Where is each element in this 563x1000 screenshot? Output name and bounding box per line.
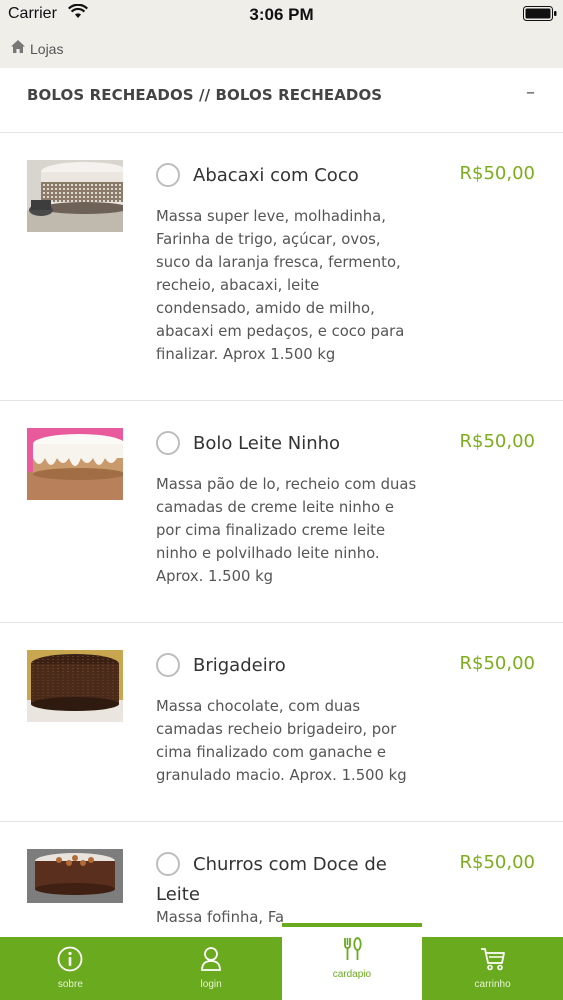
cart-icon — [479, 937, 507, 976]
product-description: Massa super leve, molhadinha, Farinha de… — [156, 208, 405, 363]
product-list: Abacaxi com Coco R$50,00 Massa super lev… — [0, 133, 563, 962]
product-description: Massa chocolate, com duas camadas rechei… — [156, 698, 407, 784]
tab-carrinho[interactable]: carrinho — [422, 937, 563, 1000]
product-name: Churros com Doce de Leite — [156, 854, 387, 905]
tab-cardapio[interactable]: cardapio — [281, 923, 423, 1000]
user-icon — [198, 937, 224, 976]
product-price: R$50,00 — [459, 852, 536, 873]
product-item[interactable]: Bolo Leite Ninho R$50,00 Massa pão de lo… — [0, 401, 563, 623]
clock: 3:06 PM — [249, 5, 314, 24]
tab-label: cardapio — [332, 969, 372, 980]
product-name: Abacaxi com Coco — [193, 165, 359, 186]
tab-label: login — [200, 979, 222, 990]
product-price: R$50,00 — [459, 163, 536, 184]
product-image — [27, 849, 123, 903]
category-title: BOLOS RECHEADOS // BOLOS RECHEADOS — [27, 86, 383, 104]
back-button[interactable]: Lojas — [10, 39, 63, 58]
product-description: Massa pão de lo, recheio com duas camada… — [156, 476, 417, 585]
collapse-button[interactable]: – — [526, 82, 535, 103]
product-price: R$50,00 — [459, 653, 536, 674]
tab-label: carrinho — [474, 979, 511, 990]
product-name: Bolo Leite Ninho — [193, 433, 341, 454]
product-image — [27, 160, 129, 232]
tab-label: sobre — [57, 979, 83, 990]
back-label: Lojas — [30, 40, 64, 57]
product-name: Brigadeiro — [193, 655, 286, 676]
tab-login[interactable]: login — [141, 937, 282, 1000]
tab-sobre[interactable]: sobre — [0, 937, 141, 1000]
fork-knife-icon — [339, 927, 365, 966]
product-item[interactable]: Abacaxi com Coco R$50,00 Massa super lev… — [0, 133, 563, 401]
nav-bar: Lojas — [0, 30, 563, 68]
battery-icon — [523, 6, 557, 21]
status-bar: Carrier 3:06 PM — [0, 0, 563, 30]
home-icon — [10, 39, 26, 58]
product-price: R$50,00 — [459, 431, 536, 452]
product-image — [27, 428, 125, 500]
product-item[interactable]: Brigadeiro R$50,00 Massa chocolate, com … — [0, 623, 563, 822]
info-icon — [57, 937, 83, 976]
product-image — [27, 650, 123, 722]
tab-bar: sobre login cardapio carrinho — [0, 923, 563, 1000]
category-header[interactable]: BOLOS RECHEADOS // BOLOS RECHEADOS – — [0, 68, 563, 133]
